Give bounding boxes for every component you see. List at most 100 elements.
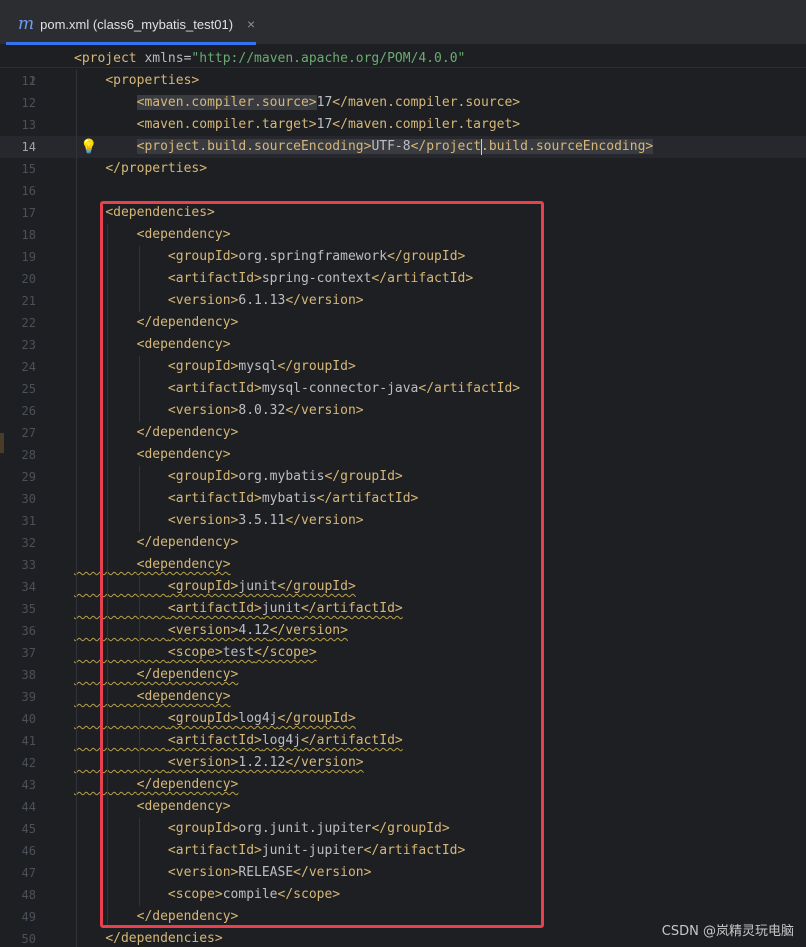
- line-number: 35: [21, 602, 36, 616]
- code-text: <artifactId>mysql-connector-java</artifa…: [167, 381, 521, 396]
- code-line[interactable]: 45 <groupId>org.junit.jupiter</groupId>: [0, 818, 806, 840]
- code-text: <scope>compile</scope>: [167, 887, 341, 902]
- code-text: <groupId>mysql</groupId>: [167, 359, 356, 374]
- code-line[interactable]: 37 <scope>test</scope>: [0, 642, 806, 664]
- code-line[interactable]: 14 <project.build.sourceEncoding>UTF-8</…: [0, 136, 806, 158]
- code-line[interactable]: 24 <groupId>mysql</groupId>: [0, 356, 806, 378]
- code-text: <groupId>org.springframework</groupId>: [167, 249, 466, 264]
- tab-pom-xml[interactable]: m pom.xml (class6_mybatis_test01) ×: [6, 4, 256, 44]
- code-line[interactable]: 13 <maven.compiler.target>17</maven.comp…: [0, 114, 806, 136]
- code-line[interactable]: 17 <dependencies>: [0, 202, 806, 224]
- code-text: </dependency>: [136, 667, 239, 682]
- code-text: <artifactId>junit</artifactId>: [167, 601, 403, 616]
- code-line[interactable]: 21 <version>6.1.13</version>: [0, 290, 806, 312]
- code-line[interactable]: 20 <artifactId>spring-context</artifactI…: [0, 268, 806, 290]
- line-number: 31: [21, 514, 36, 528]
- code-editor[interactable]: 2 <project xmlns="http://maven.apache.or…: [0, 45, 806, 947]
- code-line[interactable]: 26 <version>8.0.32</version>: [0, 400, 806, 422]
- code-text: <version>3.5.11</version>: [167, 513, 364, 528]
- code-line[interactable]: 47 <version>RELEASE</version>: [0, 862, 806, 884]
- code-text: <groupId>junit</groupId>: [167, 579, 356, 594]
- code-text: <project.build.sourceEncoding>UTF-8</pro…: [136, 138, 654, 155]
- code-text: <dependency>: [136, 447, 231, 462]
- code-line[interactable]: 11 <properties>: [0, 70, 806, 92]
- indent-guide: [138, 708, 140, 774]
- line-number: 15: [21, 162, 36, 176]
- code-line[interactable]: 30 <artifactId>mybatis</artifactId>: [0, 488, 806, 510]
- code-text: <artifactId>log4j</artifactId>: [167, 733, 403, 748]
- indent-guide: [76, 70, 77, 947]
- code-text: <maven.compiler.target>17</maven.compile…: [136, 117, 521, 132]
- code-text: </properties>: [105, 161, 208, 176]
- code-text: <version>8.0.32</version>: [167, 403, 364, 418]
- code-line[interactable]: 35 <artifactId>junit</artifactId>: [0, 598, 806, 620]
- editor-tab-bar: m pom.xml (class6_mybatis_test01) ×: [0, 0, 806, 45]
- code-line[interactable]: 36 <version>4.12</version>: [0, 620, 806, 642]
- line-number: 28: [21, 448, 36, 462]
- code-text: <scope>test</scope>: [167, 645, 317, 660]
- code-line[interactable]: 22 </dependency>: [0, 312, 806, 334]
- code-text: <groupId>org.mybatis</groupId>: [167, 469, 403, 484]
- code-line[interactable]: 48 <scope>compile</scope>: [0, 884, 806, 906]
- code-line[interactable]: 29 <groupId>org.mybatis</groupId>: [0, 466, 806, 488]
- code-text: <dependency>: [136, 557, 231, 572]
- code-line[interactable]: 46 <artifactId>junit-jupiter</artifactId…: [0, 840, 806, 862]
- tab-title: pom.xml (class6_mybatis_test01): [40, 16, 234, 32]
- code-text: <version>RELEASE</version>: [167, 865, 372, 880]
- line-number: 47: [21, 866, 36, 880]
- indent-guide: [138, 576, 140, 664]
- code-line[interactable]: 27 </dependency>: [0, 422, 806, 444]
- line-number: 13: [21, 118, 36, 132]
- code-line[interactable]: 33 <dependency>: [0, 554, 806, 576]
- code-text: <artifactId>mybatis</artifactId>: [167, 491, 419, 506]
- code-line[interactable]: 12 <maven.compiler.source>17</maven.comp…: [0, 92, 806, 114]
- code-text: <artifactId>spring-context</artifactId>: [167, 271, 474, 286]
- line-number: 27: [21, 426, 36, 440]
- code-line[interactable]: 43 </dependency>: [0, 774, 806, 796]
- code-text: <dependency>: [136, 689, 231, 704]
- code-line[interactable]: 28 <dependency>: [0, 444, 806, 466]
- line-number: 18: [21, 228, 36, 242]
- code-line[interactable]: 31 <version>3.5.11</version>: [0, 510, 806, 532]
- line-number: 50: [21, 932, 36, 946]
- code-line[interactable]: 15 </properties>: [0, 158, 806, 180]
- line-number: 21: [21, 294, 36, 308]
- line-number: 34: [21, 580, 36, 594]
- code-line[interactable]: 23 <dependency>: [0, 334, 806, 356]
- line-number: 19: [21, 250, 36, 264]
- code-line[interactable]: 41 <artifactId>log4j</artifactId>: [0, 730, 806, 752]
- code-line[interactable]: 34 <groupId>junit</groupId>: [0, 576, 806, 598]
- code-text: </dependency>: [136, 315, 239, 330]
- code-text: </dependency>: [136, 425, 239, 440]
- code-text: <dependencies>: [105, 205, 215, 220]
- code-text: <version>4.12</version>: [167, 623, 348, 638]
- line-number: 20: [21, 272, 36, 286]
- code-line[interactable]: 38 </dependency>: [0, 664, 806, 686]
- code-line[interactable]: 42 <version>1.2.12</version>: [0, 752, 806, 774]
- code-line[interactable]: 40 <groupId>log4j</groupId>: [0, 708, 806, 730]
- close-icon[interactable]: ×: [247, 16, 255, 32]
- code-text: <version>6.1.13</version>: [167, 293, 364, 308]
- line-number: 40: [21, 712, 36, 726]
- code-line[interactable]: 18 <dependency>: [0, 224, 806, 246]
- indent-guide: [138, 818, 140, 906]
- line-number: 36: [21, 624, 36, 638]
- line-number: 37: [21, 646, 36, 660]
- code-text: </dependencies>: [105, 931, 223, 946]
- line-number: 42: [21, 756, 36, 770]
- code-line[interactable]: 32 </dependency>: [0, 532, 806, 554]
- line-number: 26: [21, 404, 36, 418]
- line-number: 44: [21, 800, 36, 814]
- code-line[interactable]: 25 <artifactId>mysql-connector-java</art…: [0, 378, 806, 400]
- code-line[interactable]: 19 <groupId>org.springframework</groupId…: [0, 246, 806, 268]
- code-line[interactable]: 16: [0, 180, 806, 202]
- line-number: 30: [21, 492, 36, 506]
- code-line[interactable]: 44 <dependency>: [0, 796, 806, 818]
- indent-guide: [138, 466, 140, 532]
- line-number: 43: [21, 778, 36, 792]
- code-line[interactable]: 39 <dependency>: [0, 686, 806, 708]
- maven-m-icon: m: [18, 14, 35, 34]
- lightbulb-icon[interactable]: 💡: [80, 136, 97, 158]
- code-text: <dependency>: [136, 227, 231, 242]
- line-number: 23: [21, 338, 36, 352]
